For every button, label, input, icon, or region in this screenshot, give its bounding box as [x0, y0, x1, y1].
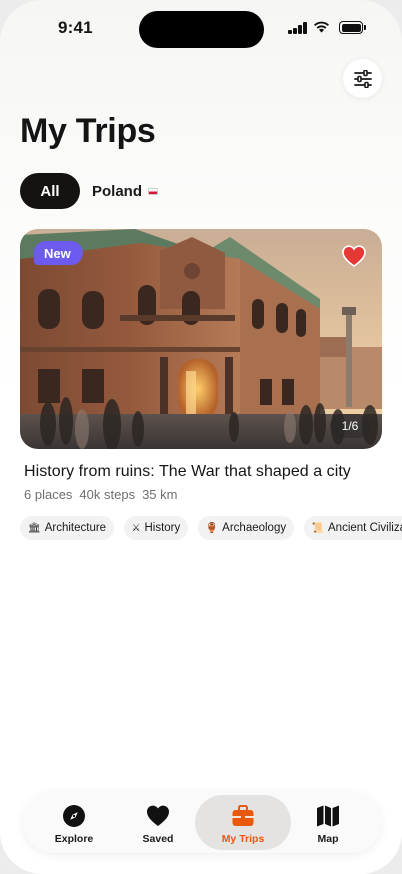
compass-icon [63, 805, 85, 827]
trip-tags: 🏛 Architecture ⚔ History 🏺 Archaeology 📜… [20, 516, 402, 540]
amphora-icon: 🏺 [205, 522, 219, 534]
tab-label: Explore [54, 833, 94, 845]
status-time: 9:41 [58, 18, 93, 37]
tab-explore[interactable]: Explore [26, 795, 122, 850]
phone-screen: 9:41 My Trips All Poland New 1/6 History… [0, 0, 402, 874]
suitcase-icon [232, 805, 254, 826]
tab-map[interactable]: Map [280, 795, 376, 850]
tag-history[interactable]: ⚔ History [123, 516, 189, 540]
trip-steps: 40k steps [79, 487, 136, 502]
tag-label: Architecture [44, 522, 107, 534]
map-icon [317, 805, 339, 827]
tag-label: Archaeology [222, 522, 287, 534]
tab-label: Map [317, 833, 339, 845]
tag-label: History [144, 522, 181, 534]
swords-icon: ⚔ [131, 522, 141, 534]
filter-chip-all[interactable]: All [20, 173, 80, 209]
heart-icon [147, 805, 169, 826]
signal-icon [288, 22, 307, 34]
new-badge: New [34, 241, 83, 265]
tab-label: Saved [142, 833, 174, 845]
trip-meta: 6 places 40k steps 35 km [24, 487, 177, 502]
filter-chip-label: Poland [92, 182, 143, 200]
trip-title[interactable]: History from ruins: The War that shaped … [24, 463, 351, 481]
filter-chip-poland[interactable]: Poland [92, 173, 159, 209]
tab-saved[interactable]: Saved [110, 795, 206, 850]
status-bar: 9:41 [0, 0, 402, 56]
trip-card[interactable]: New 1/6 [20, 229, 382, 449]
scroll-icon: 📜 [311, 522, 325, 534]
poland-flag-icon [148, 187, 159, 195]
trip-places: 6 places [24, 487, 73, 502]
page-title: My Trips [20, 112, 156, 150]
dynamic-island [139, 11, 264, 48]
columns-icon: 🏛 [28, 522, 41, 534]
tag-ancient-civilizations[interactable]: 📜 Ancient Civilizations [303, 516, 402, 540]
photo-counter: 1/6 [330, 414, 370, 438]
sliders-icon [353, 69, 372, 88]
tag-label: Ancient Civilizations [328, 522, 402, 534]
trip-distance: 35 km [142, 487, 178, 502]
wifi-icon [314, 21, 329, 33]
tab-label: My Trips [221, 833, 265, 845]
tab-bar: Explore Saved My Trips Map [23, 792, 381, 853]
tab-my-trips[interactable]: My Trips [195, 795, 291, 850]
tag-architecture[interactable]: 🏛 Architecture [20, 516, 115, 540]
battery-icon [339, 21, 366, 34]
filter-settings-button[interactable] [343, 59, 382, 98]
favorite-heart-icon[interactable] [342, 245, 366, 267]
tag-archaeology[interactable]: 🏺 Archaeology [197, 516, 295, 540]
